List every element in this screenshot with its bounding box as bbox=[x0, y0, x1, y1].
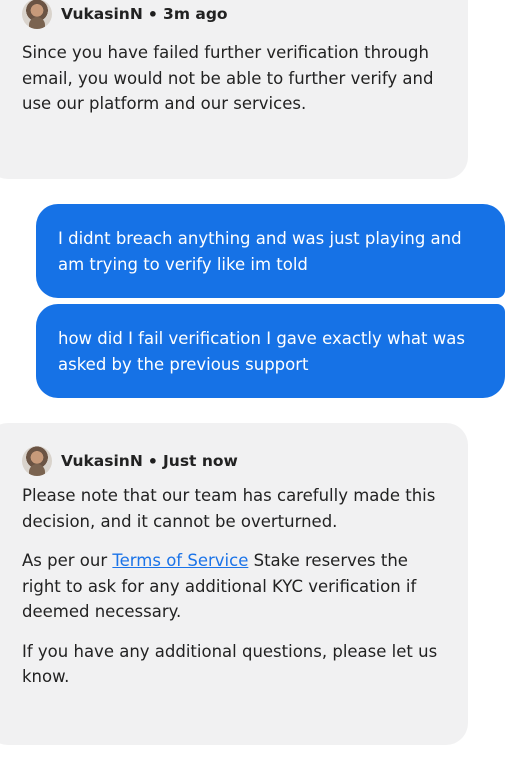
incoming-message: VukasinN • 3m ago Since you have failed … bbox=[0, 0, 468, 179]
sender-name: VukasinN bbox=[61, 452, 143, 470]
message-text: If you have any additional questions, pl… bbox=[22, 641, 438, 687]
message-header: VukasinN • 3m ago bbox=[22, 0, 448, 30]
incoming-message: VukasinN • Just now Please note that our… bbox=[0, 423, 468, 745]
separator-dot: • bbox=[147, 451, 159, 471]
chat-transcript: VukasinN • 3m ago Since you have failed … bbox=[0, 0, 505, 757]
text-before-link: As per our bbox=[22, 551, 108, 570]
outgoing-message: how did I fail verification I gave exact… bbox=[36, 304, 505, 398]
message-text: Please note that our team has carefully … bbox=[22, 486, 436, 531]
message-time: 3m ago bbox=[163, 5, 228, 23]
message-time: Just now bbox=[163, 452, 238, 470]
agent-avatar bbox=[22, 0, 52, 29]
outgoing-message: I didnt breach anything and was just pla… bbox=[36, 204, 505, 298]
message-header: VukasinN • Just now bbox=[22, 445, 448, 477]
terms-of-service-link[interactable]: Terms of Service bbox=[112, 551, 248, 570]
message-text: Since you have failed further verificati… bbox=[22, 43, 434, 113]
separator-dot: • bbox=[147, 4, 159, 24]
agent-avatar bbox=[22, 446, 52, 476]
sender-name: VukasinN bbox=[61, 5, 143, 23]
message-text-with-link: As per our Terms of Service Stake reserv… bbox=[22, 548, 448, 625]
